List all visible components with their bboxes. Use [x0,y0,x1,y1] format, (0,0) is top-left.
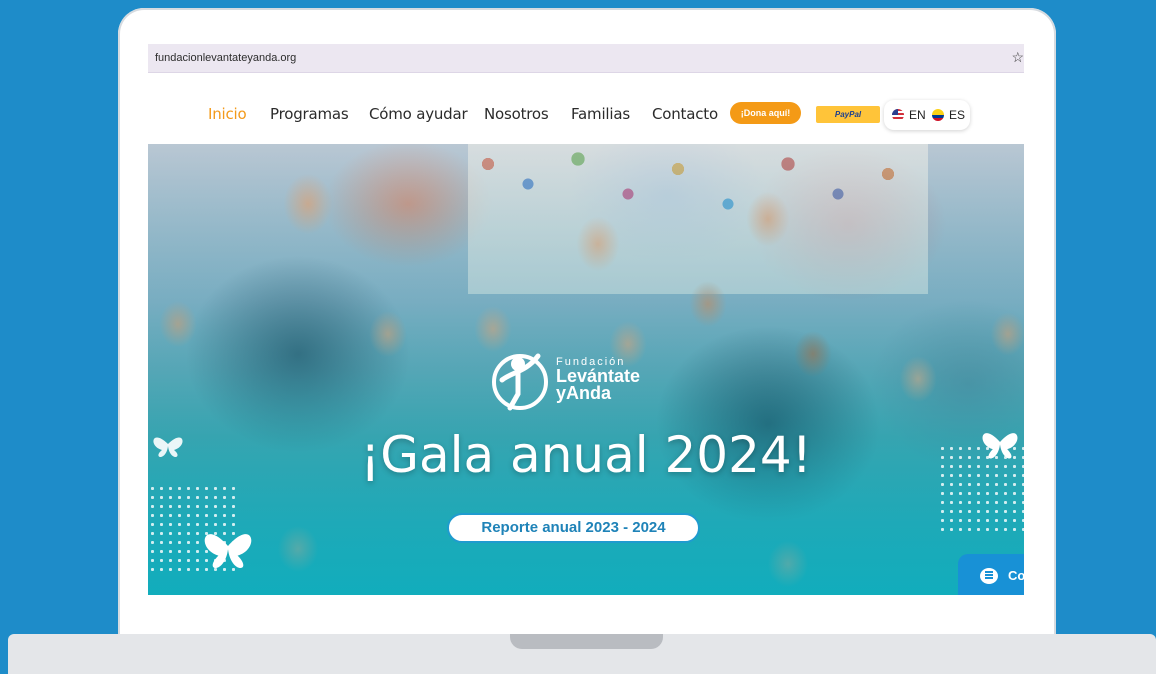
laptop-notch [510,634,663,649]
nav-link-programas[interactable]: Programas [270,105,349,123]
foundation-logo: Fundación Levántate yAnda [488,342,648,422]
address-bar[interactable]: fundacionlevantateyanda.org ☆ [148,44,1024,73]
nav-link-contacto[interactable]: Contacto [652,105,718,123]
annual-report-button[interactable]: Reporte anual 2023 - 2024 [447,513,700,543]
url-text[interactable]: fundacionlevantateyanda.org [155,52,296,64]
lang-es[interactable]: ES [949,108,965,122]
logo-emblem-icon [492,353,548,411]
paypal-button[interactable]: PayPal [816,106,880,123]
nav-link-familias[interactable]: Familias [571,105,630,123]
star-icon[interactable]: ☆ [1011,49,1024,66]
lang-en[interactable]: EN [909,108,926,122]
nav-link-nosotros[interactable]: Nosotros [484,105,549,123]
donate-button[interactable]: ¡Dona aquí! [730,102,801,124]
language-switcher: EN ES [884,100,970,130]
hero-title: ¡Gala anual 2024! [360,426,812,484]
site-navbar: Inicio Programas Cómo ayudar Nosotros Fa… [148,78,1024,144]
colombia-flag-icon[interactable] [932,109,944,121]
butterfly-icon [204,534,252,569]
us-flag-icon[interactable] [892,109,904,121]
chat-bubble-icon [980,568,998,584]
nav-link-como-ayudar[interactable]: Cómo ayudar [369,105,468,123]
nav-link-inicio[interactable]: Inicio [208,105,247,123]
logo-name: Levántate yAnda [556,367,640,403]
browser-screen: fundacionlevantateyanda.org ☆ Inicio Pro… [148,44,1024,595]
chat-label: Co [1008,568,1024,583]
hero-banner: Fundación Levántate yAnda ¡Gala anual 20… [148,144,1024,595]
chat-button[interactable]: Co [958,554,1024,595]
logo-name-line-2: yAnda [556,383,612,403]
